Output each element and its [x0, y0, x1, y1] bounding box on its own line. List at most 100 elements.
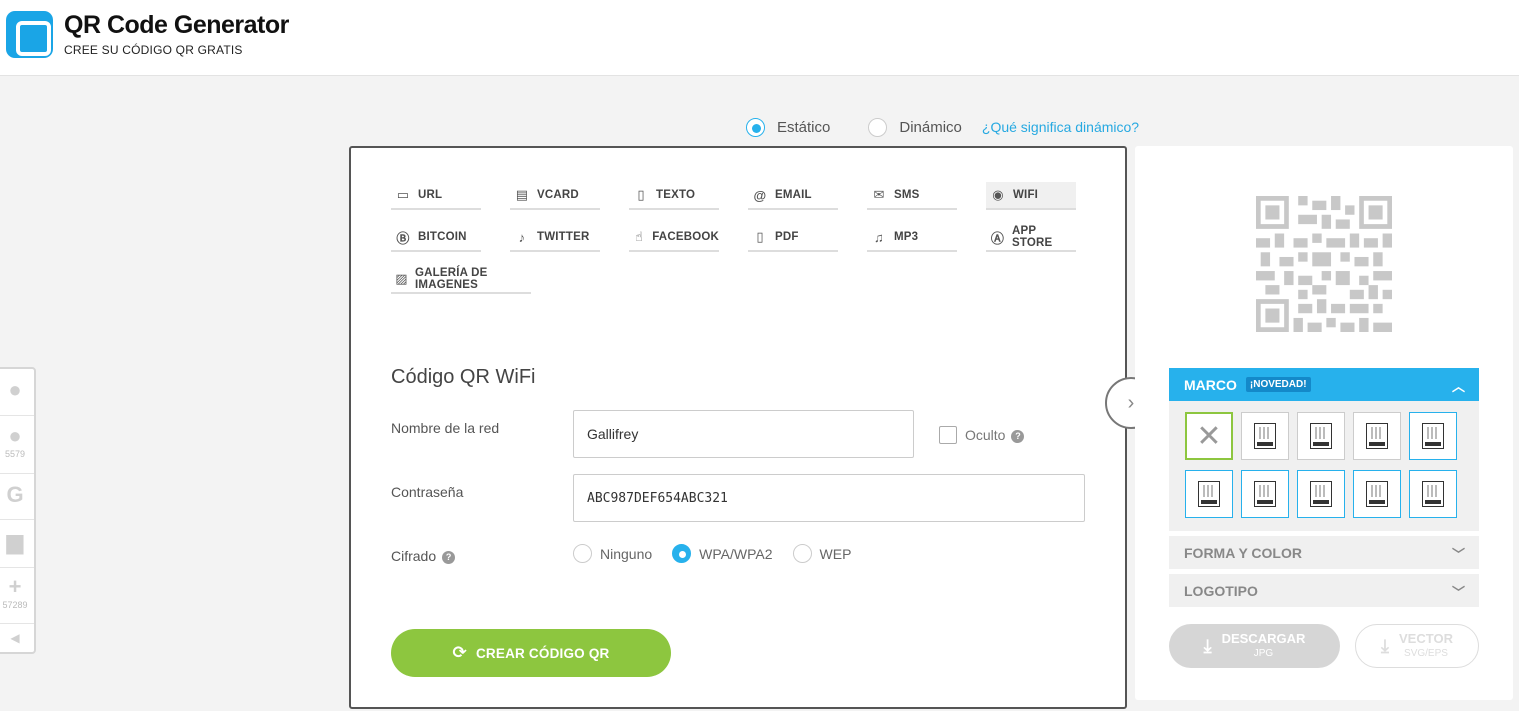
close-icon: ✕ [1196, 419, 1222, 453]
pdf-icon: ▯ [756, 229, 764, 244]
chevron-down-icon: ﹀ [1451, 585, 1465, 600]
frame-preview-icon [1422, 423, 1444, 449]
network-input[interactable]: Gallifrey [573, 410, 914, 458]
document-icon: ▯ [637, 187, 645, 202]
dynamic-label[interactable]: Dinámico [899, 119, 962, 136]
frame-option[interactable] [1409, 412, 1457, 460]
form-title: Código QR WiFi [391, 366, 536, 388]
twitter-share-button[interactable]: ● [0, 377, 34, 403]
tab-email[interactable]: @ EMAIL [748, 182, 838, 210]
frame-preview-icon [1254, 423, 1276, 449]
frame-preview-icon [1366, 481, 1388, 507]
encryption-wep-label[interactable]: WEP [820, 546, 852, 562]
frame-option[interactable] [1297, 470, 1345, 518]
thumbs-up-icon: ☝ [635, 229, 644, 244]
dynamic-radio[interactable] [868, 117, 888, 137]
frame-preview-icon [1422, 481, 1444, 507]
password-label: Contraseña [391, 484, 464, 500]
frame-option[interactable] [1353, 412, 1401, 460]
novedad-badge: ¡NOVEDAD! [1245, 377, 1311, 392]
social-share-bar: ● ● 5579 G ▆ +57289 ◀ [0, 367, 36, 654]
dynamic-help-link[interactable]: ¿Qué significa dinámico? [982, 119, 1139, 135]
create-qr-button[interactable]: ⟳ CREAR CÓDIGO QR [391, 629, 671, 677]
sms-icon: ✉ [873, 187, 885, 202]
network-label: Nombre de la red [391, 420, 500, 436]
frame-preview-icon [1254, 481, 1276, 507]
site-subtitle: CREE SU CÓDIGO QR GRATIS [64, 43, 243, 57]
plus-icon: + [8, 574, 22, 599]
download-icon: ⤓ [1381, 635, 1390, 656]
chevron-left-icon: ◀ [10, 631, 20, 645]
frame-option[interactable] [1241, 412, 1289, 460]
refresh-icon: ⟳ [452, 643, 467, 662]
tab-wifi[interactable]: ◉ WIFI [986, 182, 1076, 210]
frame-preview-icon [1310, 481, 1332, 507]
music-icon: ♫ [874, 229, 884, 245]
encryption-none-label[interactable]: Ninguno [600, 546, 652, 562]
chevron-right-icon: › [1127, 391, 1135, 414]
facebook-share-button[interactable]: ● 5579 [0, 423, 34, 459]
collapse-share-button[interactable]: ◀ [0, 629, 34, 647]
tab-twitter[interactable]: ♪ TWITTER [510, 224, 600, 252]
download-vector-button[interactable]: ⤓ VECTOR SVG/EPS [1355, 624, 1479, 668]
site-header: QR Code Generator CREE SU CÓDIGO QR GRAT… [0, 0, 1519, 76]
password-input[interactable]: ABC987DEF654ABC321 [573, 474, 1085, 522]
image-icon: ▨ [395, 271, 408, 286]
tab-url[interactable]: ▭ URL [391, 182, 481, 210]
static-label[interactable]: Estático [777, 119, 830, 136]
encryption-wpa-radio[interactable] [672, 544, 692, 563]
frame-none[interactable]: ✕ [1185, 412, 1233, 460]
print-button[interactable]: ▆ [0, 529, 34, 555]
hidden-label: Oculto? [965, 427, 1025, 443]
qr-type-selector: Estático Dinámico ¿Qué significa dinámic… [746, 117, 1139, 137]
wifi-icon: ◉ [992, 187, 1004, 202]
download-jpg-button[interactable]: ⤓ DESCARGAR JPG [1169, 624, 1340, 668]
frame-options: ✕ [1169, 401, 1479, 531]
facebook-share-count: 5579 [4, 449, 26, 459]
generator-panel: ▭ URL ▤ VCARD ▯ TEXTO @ EMAIL ✉ SMS ◉ WIFI Ⓑ BI… [349, 146, 1127, 709]
encryption-options: Ninguno WPA/WPA2 WEP [573, 544, 871, 563]
frame-option[interactable] [1409, 470, 1457, 518]
encryption-none-radio[interactable] [573, 544, 592, 563]
google-share-button[interactable]: G [0, 482, 34, 508]
encryption-wpa-label[interactable]: WPA/WPA2 [699, 546, 772, 562]
at-icon: @ [753, 187, 767, 203]
marco-section-header[interactable]: MARCO ¡NOVEDAD! ︿ [1169, 368, 1479, 401]
url-icon: ▭ [396, 187, 410, 202]
more-share-button[interactable]: +57289 [0, 574, 34, 610]
google-icon: G [6, 482, 24, 507]
facebook-icon: ● [8, 423, 22, 448]
chevron-up-icon: ︿ [1451, 379, 1465, 394]
static-radio[interactable] [746, 117, 765, 137]
app-store-icon: Ⓐ [990, 230, 1005, 246]
tab-pdf[interactable]: ▯ PDF [748, 224, 838, 252]
tab-sms[interactable]: ✉ SMS [867, 182, 957, 210]
tab-vcard[interactable]: ▤ VCARD [510, 182, 600, 210]
tab-galeria[interactable]: ▨ GALERÍA DE IMAGENES [391, 266, 531, 294]
logo-section-header[interactable]: LOGOTIPO ﹀ [1169, 574, 1479, 607]
frame-option[interactable] [1353, 470, 1401, 518]
qr-preview-panel: MARCO ¡NOVEDAD! ︿ ✕ FORMA Y COLOR ﹀ LOGO… [1135, 146, 1513, 700]
frame-preview-icon [1366, 423, 1388, 449]
tab-mp3[interactable]: ♫ MP3 [867, 224, 957, 252]
tab-bitcoin[interactable]: Ⓑ BITCOIN [391, 224, 481, 252]
logo-icon[interactable] [6, 11, 53, 58]
bitcoin-icon: Ⓑ [396, 230, 410, 246]
tab-texto[interactable]: ▯ TEXTO [629, 182, 719, 210]
help-icon[interactable]: ? [442, 550, 456, 564]
shape-color-section-header[interactable]: FORMA Y COLOR ﹀ [1169, 536, 1479, 569]
hidden-checkbox[interactable] [939, 426, 957, 444]
frame-option[interactable] [1185, 470, 1233, 518]
help-icon[interactable]: ? [1011, 429, 1025, 443]
frame-option[interactable] [1297, 412, 1345, 460]
tab-facebook[interactable]: ☝ FACEBOOK [629, 224, 719, 252]
printer-icon: ▆ [6, 529, 24, 554]
download-icon: ⤓ [1203, 635, 1212, 656]
tab-app-store[interactable]: Ⓐ APP STORE [986, 224, 1076, 252]
encryption-wep-radio[interactable] [792, 544, 812, 563]
twitter-icon: ● [8, 377, 22, 402]
frame-option[interactable] [1241, 470, 1289, 518]
site-title[interactable]: QR Code Generator [64, 11, 289, 40]
qr-code-preview [1256, 196, 1392, 332]
share-count: 57289 [2, 600, 28, 610]
